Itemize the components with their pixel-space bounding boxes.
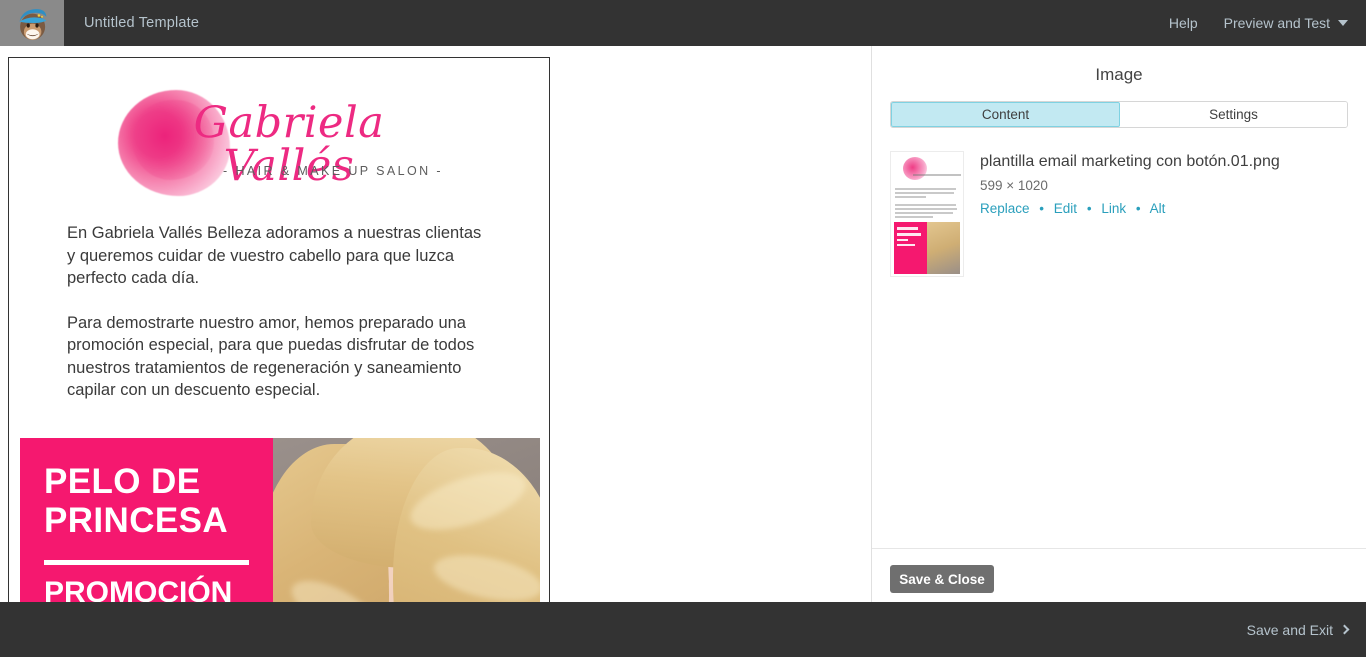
tab-settings[interactable]: Settings (1120, 102, 1347, 127)
promo-divider (44, 559, 249, 565)
thumb-brand-name (909, 159, 963, 172)
chevron-right-icon (1339, 624, 1350, 635)
promo-text-side: PELO DE PRINCESA PROMOCIÓN (20, 437, 273, 603)
email-template-thumbnail[interactable] (890, 151, 964, 277)
edit-link[interactable]: Edit (1054, 201, 1077, 216)
top-bar: Untitled Template Help Preview and Test (0, 0, 1366, 46)
salon-logo: Gabriela Vallés - HAIR & MAKE UP SALON - (114, 88, 444, 200)
link-separator: • (1135, 201, 1141, 216)
save-and-exit-button[interactable]: Save and Exit (1246, 621, 1350, 638)
asset-row: plantilla email marketing con botón.01.p… (872, 128, 1366, 277)
document-title: Untitled Template (84, 15, 200, 31)
help-link[interactable]: Help (1169, 15, 1198, 31)
paragraph-2: Para demostrarte nuestro amor, hemos pre… (67, 313, 475, 400)
mailchimp-template-editor: Untitled Template Help Preview and Test … (0, 0, 1366, 657)
promo-image-block[interactable]: PELO DE PRINCESA PROMOCIÓN (20, 437, 540, 603)
asset-action-links: Replace • Edit • Link • Alt (980, 201, 1280, 216)
preview-and-test-dropdown[interactable]: Preview and Test (1224, 15, 1348, 31)
save-and-close-button[interactable]: Save & Close (890, 565, 994, 593)
replace-link[interactable]: Replace (980, 201, 1030, 216)
email-text-block[interactable]: En Gabriela Vallés Belleza adoramos a nu… (9, 214, 549, 402)
preview-and-test-label: Preview and Test (1223, 15, 1330, 31)
top-bar-actions: Help Preview and Test (1169, 15, 1366, 31)
alt-link[interactable]: Alt (1150, 201, 1166, 216)
template-canvas[interactable]: Gabriela Vallés - HAIR & MAKE UP SALON -… (0, 46, 871, 602)
link-separator: • (1039, 201, 1045, 216)
panel-divider (872, 548, 1366, 549)
email-preview-frame[interactable]: Gabriela Vallés - HAIR & MAKE UP SALON -… (8, 57, 550, 602)
promo-title: PELO DE PRINCESA (44, 461, 229, 540)
mailchimp-logo-button[interactable] (0, 0, 64, 46)
promo-subtitle: PROMOCIÓN (44, 575, 233, 603)
file-name: plantilla email marketing con botón.01.p… (980, 153, 1280, 170)
paragraph-1: En Gabriela Vallés Belleza adoramos a nu… (67, 224, 482, 287)
mailchimp-freddie-icon (19, 9, 47, 40)
panel-title: Image (1095, 65, 1143, 84)
panel-tabs: Content Settings (890, 101, 1348, 128)
brand-tagline: - HAIR & MAKE UP SALON - (223, 164, 443, 178)
image-settings-panel: Image Content Settings plantilla email m… (871, 46, 1366, 602)
asset-info: plantilla email marketing con botón.01.p… (980, 151, 1280, 277)
blonde-model-photo (273, 437, 540, 602)
tab-content[interactable]: Content (891, 102, 1120, 127)
save-and-exit-label: Save and Exit (1246, 621, 1333, 638)
link-separator: • (1086, 201, 1092, 216)
promo-photo-side (273, 437, 540, 602)
email-logo-block[interactable]: Gabriela Vallés - HAIR & MAKE UP SALON - (9, 58, 549, 214)
bottom-bar: Save and Exit (0, 602, 1366, 657)
email-body: Gabriela Vallés - HAIR & MAKE UP SALON -… (9, 58, 549, 602)
link-link[interactable]: Link (1101, 201, 1126, 216)
file-dimensions: 599 × 1020 (980, 178, 1048, 193)
chevron-down-icon (1338, 20, 1348, 26)
